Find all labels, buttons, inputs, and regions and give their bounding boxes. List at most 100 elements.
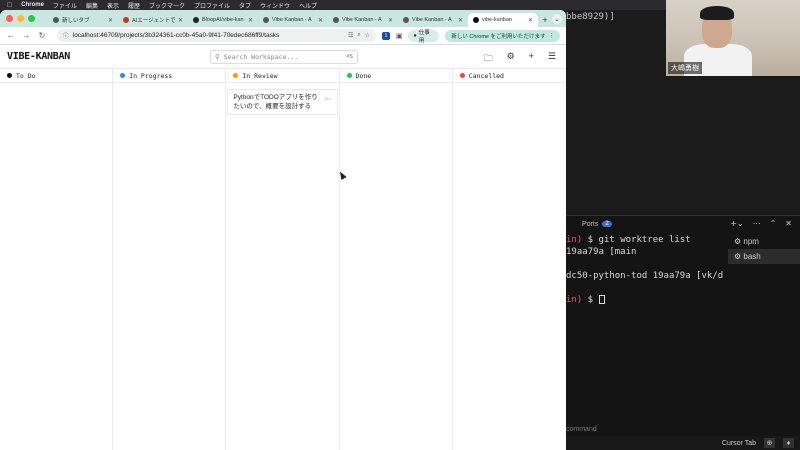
minimize-window-button[interactable] bbox=[17, 15, 24, 22]
task-menu-icon[interactable]: ⋯ bbox=[324, 95, 331, 104]
address-bar[interactable]: ⓘ localhost:46709/projects/3b324361-cc0b… bbox=[56, 29, 377, 42]
workspace-search-input[interactable]: ⚲ Search Workspace... ⌘S bbox=[210, 50, 358, 64]
menu-item-file[interactable]: ファイル bbox=[53, 1, 77, 10]
close-window-button[interactable] bbox=[6, 15, 13, 22]
column-in-review: In Review PythonでTODOアプリを作りたいので、概要を設計する … bbox=[226, 69, 340, 450]
menu-item-help[interactable]: ヘルプ bbox=[299, 1, 317, 10]
maximize-window-button[interactable] bbox=[28, 15, 35, 22]
profile-button[interactable]: ● 仕事用 bbox=[408, 29, 440, 44]
tab-search-chevron-icon[interactable]: ⌄ bbox=[552, 14, 562, 24]
status-bar: Cursor Tab ⊕ ♦ bbox=[566, 436, 800, 450]
tab-favicon-icon bbox=[263, 17, 269, 23]
chrome-update-button[interactable]: 新しい Chrome をご利用いただけます ⋮ bbox=[445, 29, 560, 42]
back-icon[interactable]: ← bbox=[6, 31, 16, 40]
add-terminal-icon[interactable]: +⌄ bbox=[730, 219, 743, 228]
gear-icon[interactable]: ⚙ bbox=[507, 51, 515, 67]
browser-toolbar: ← → ↻ ⓘ localhost:46709/projects/3b32436… bbox=[0, 27, 566, 45]
close-icon[interactable]: ✕ bbox=[785, 219, 792, 228]
tab-ports[interactable]: Ports bbox=[582, 221, 598, 228]
terminal-prompt: in) $ bbox=[566, 294, 726, 306]
webcam-name-label: 大嶋勇樹 bbox=[668, 62, 702, 74]
status-dot bbox=[120, 73, 126, 78]
menu-item-profiles[interactable]: プロファイル bbox=[194, 1, 230, 10]
browser-tab[interactable]: Vibe Kanban - A ✕ bbox=[258, 13, 328, 27]
extensions-puzzle-icon[interactable]: ▣ bbox=[396, 32, 403, 40]
hamburger-menu-icon[interactable]: ☰ bbox=[548, 51, 556, 67]
browser-tab[interactable]: Vibe Kanban - A ✕ bbox=[328, 13, 398, 27]
terminal-panel: Ports 2 +⌄ ⋯ ⌃ ✕ in) $ git worktree list… bbox=[566, 215, 800, 450]
terminal-line: 19aa79a [main bbox=[566, 247, 637, 257]
zoom-icon[interactable]: ⌕ bbox=[357, 32, 360, 39]
more-icon[interactable]: ⋯ bbox=[753, 219, 761, 228]
profile-avatar-icon: ● bbox=[413, 32, 417, 39]
tab-favicon-icon bbox=[123, 17, 129, 23]
column-cancelled: Cancelled bbox=[452, 69, 566, 450]
kanban-board: To Do In Progress In Review PythonでTODOア… bbox=[0, 69, 566, 450]
reload-icon[interactable]: ↻ bbox=[37, 31, 47, 40]
close-tab-icon[interactable]: ✕ bbox=[458, 17, 463, 24]
search-shortcut: ⌘S bbox=[346, 54, 353, 60]
menu-item-bookmarks[interactable]: ブックマーク bbox=[149, 1, 185, 10]
close-tab-icon[interactable]: ✕ bbox=[318, 17, 323, 24]
vibe-kanban-favicon-icon bbox=[473, 17, 479, 23]
tab-strip: 新しいタブ ✕ AIエージェントで ✕ BloopAI/vibe-kan ✕ Vibe… bbox=[0, 10, 566, 27]
translate-icon[interactable]: ☲ bbox=[348, 32, 353, 39]
apple-icon[interactable]:  bbox=[7, 2, 12, 9]
site-info-icon[interactable]: ⓘ bbox=[63, 31, 69, 40]
bell-icon[interactable]: ♦ bbox=[783, 438, 794, 448]
close-tab-icon[interactable]: ✕ bbox=[248, 17, 253, 24]
ports-count-badge: 2 bbox=[602, 221, 612, 227]
editor-background-lower bbox=[666, 76, 800, 215]
browser-tab[interactable]: AIエージェントで ✕ bbox=[118, 13, 188, 27]
new-tab-button[interactable]: + bbox=[538, 13, 552, 27]
close-tab-icon[interactable]: ✕ bbox=[388, 17, 393, 24]
shell-item-npm[interactable]: ⚙ npm bbox=[728, 234, 800, 249]
editor-background: bbe8929)] bbox=[566, 10, 666, 215]
extension-badge-icon[interactable]: 1 bbox=[382, 31, 390, 40]
browser-tab[interactable]: 新しいタブ ✕ bbox=[48, 13, 118, 27]
column-header: Cancelled bbox=[452, 69, 566, 83]
status-cursor-tab[interactable]: Cursor Tab bbox=[722, 440, 756, 447]
bookmark-star-icon[interactable]: ☆ bbox=[365, 32, 370, 39]
close-tab-icon[interactable]: ✕ bbox=[528, 17, 533, 24]
folder-icon[interactable]: 🗀 bbox=[484, 51, 493, 67]
close-tab-icon[interactable]: ✕ bbox=[178, 17, 183, 24]
menu-item-history[interactable]: 履歴 bbox=[128, 1, 140, 10]
menu-item-view[interactable]: 表示 bbox=[107, 1, 119, 10]
tab-favicon-icon bbox=[403, 17, 409, 23]
close-tab-icon[interactable]: ✕ bbox=[108, 17, 113, 24]
status-dot bbox=[7, 73, 12, 78]
terminal-line: dc50-python-tod 19aa79a [vk/d bbox=[566, 271, 724, 281]
column-todo: To Do bbox=[0, 69, 114, 450]
desktop:  Chrome ファイル 編集 表示 履歴 ブックマーク プロファイル タブ … bbox=[0, 0, 800, 450]
forward-icon[interactable]: → bbox=[22, 31, 32, 40]
menu-item-edit[interactable]: 編集 bbox=[86, 1, 98, 10]
terminal-cursor bbox=[598, 295, 605, 304]
column-done: Done bbox=[339, 69, 453, 450]
browser-tab-active[interactable]: vibe-kanban ✕ bbox=[468, 13, 538, 27]
vibe-kanban-logo[interactable]: VIBE-KANBAN bbox=[7, 51, 70, 62]
terminal-shell-list: ⚙ npm ⚙ bash bbox=[728, 234, 800, 264]
webcam-overlay: 大嶋勇樹 bbox=[666, 0, 800, 76]
zoom-icon[interactable]: ⊕ bbox=[764, 438, 775, 448]
column-header: In Review bbox=[226, 69, 339, 83]
tab-favicon-icon bbox=[333, 17, 339, 23]
editor-line: bbe8929)] bbox=[566, 12, 615, 22]
menu-item-tab[interactable]: タブ bbox=[239, 1, 251, 10]
status-dot bbox=[346, 73, 352, 78]
tab-favicon-icon bbox=[53, 17, 59, 23]
browser-tab[interactable]: Vibe Kanban - A ✕ bbox=[398, 13, 468, 27]
header-actions: 🗀 ⚙ + ☰ bbox=[484, 51, 556, 67]
menu-app-name[interactable]: Chrome bbox=[21, 2, 44, 8]
add-task-icon[interactable]: + bbox=[529, 51, 534, 67]
column-header: Done bbox=[339, 69, 452, 83]
shell-item-bash[interactable]: ⚙ bash bbox=[728, 249, 800, 264]
menu-item-window[interactable]: ウィンドウ bbox=[260, 1, 290, 10]
task-card[interactable]: PythonでTODOアプリを作りたいので、概要を設計する ⋯ bbox=[227, 89, 339, 115]
terminal-output[interactable]: in) $ git worktree list 19aa79a [main dc… bbox=[566, 234, 726, 306]
webcam-person-hair bbox=[700, 6, 734, 20]
chevron-up-icon[interactable]: ⌃ bbox=[770, 219, 777, 228]
browser-tab[interactable]: BloopAI/vibe-kan ✕ bbox=[188, 13, 258, 27]
